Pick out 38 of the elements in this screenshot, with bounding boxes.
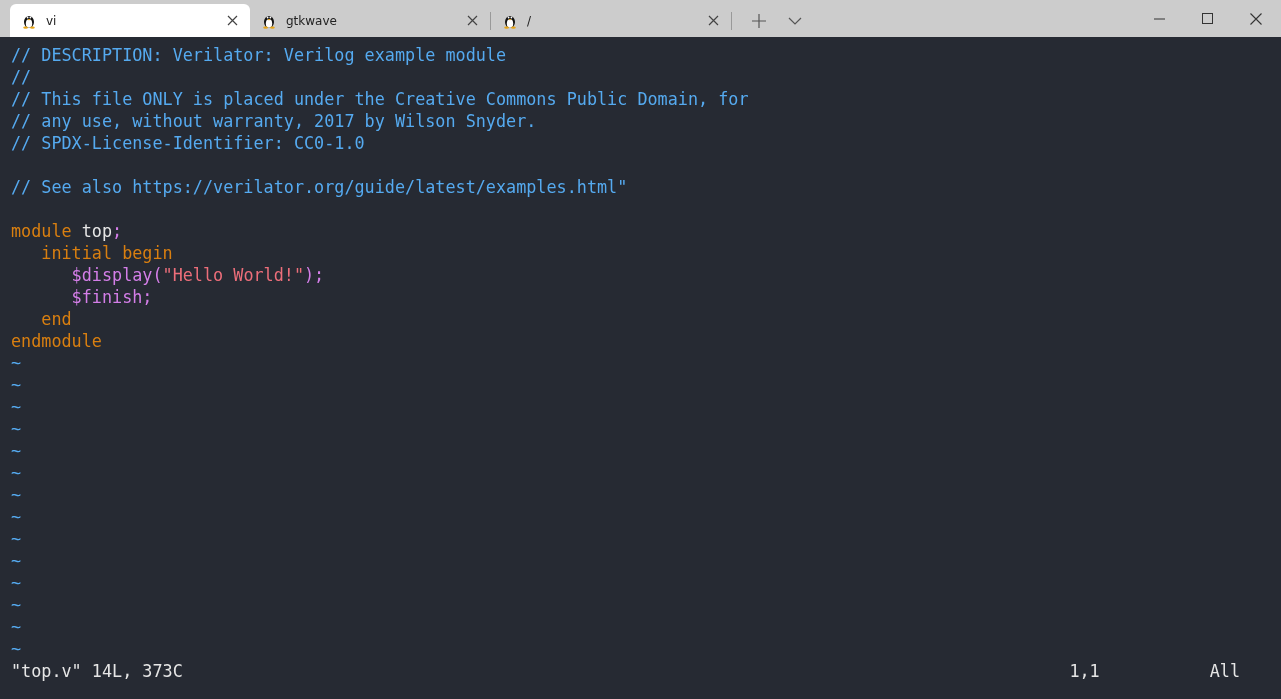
code-line: end [40,309,72,329]
empty-line-marker: ~ [11,375,22,395]
code-line: // See also https://verilator.org/guide/latest/examples.html" [11,177,628,197]
terminal-tab[interactable]: gtkwave [250,4,490,37]
empty-line-marker: ~ [11,573,22,593]
close-icon[interactable] [1250,12,1262,25]
empty-line-marker: ~ [11,595,22,615]
maximize-icon[interactable] [1202,13,1213,24]
empty-line-marker: ~ [11,551,22,571]
terminal-tab[interactable]: / [491,4,731,37]
code-line: // DESCRIPTION: Verilator: Verilog example module [11,45,507,65]
code-line: endmodule [11,331,102,351]
empty-line-marker: ~ [11,485,22,505]
empty-line-marker: ~ [11,353,22,373]
empty-line-marker: ~ [11,617,22,637]
code-line: initial begin [40,243,173,263]
code-line: $display("Hello World!"); [70,265,325,285]
code-line: // SPDX-License-Identifier: CC0-1.0 [11,133,365,153]
empty-line-marker: ~ [11,529,22,549]
chevron-down-icon[interactable] [788,16,802,25]
status-message: "top.v" 14L, 373C [11,660,183,682]
empty-line-marker: ~ [11,397,22,417]
close-icon[interactable] [227,15,238,26]
code-line: $finish; [70,287,153,307]
code-line: module top; [11,221,123,241]
close-icon[interactable] [467,15,478,26]
scroll-position: All [1209,660,1240,682]
empty-line-marker: ~ [11,507,22,527]
close-icon[interactable] [708,15,719,26]
empty-line-marker: ~ [11,441,22,461]
code-line: // any use, without warranty, 2017 by Wilson Snyder. [11,111,537,131]
terminal-tab[interactable]: vi [10,4,250,37]
code-line: // [11,67,32,87]
empty-line-marker: ~ [11,463,22,483]
empty-line-marker: ~ [11,419,22,439]
empty-line-marker: ~ [11,639,22,659]
cursor-position: 1,1 [1069,660,1100,682]
code-line: // This file ONLY is placed under the Creative Commons Public Domain, for [11,89,749,109]
